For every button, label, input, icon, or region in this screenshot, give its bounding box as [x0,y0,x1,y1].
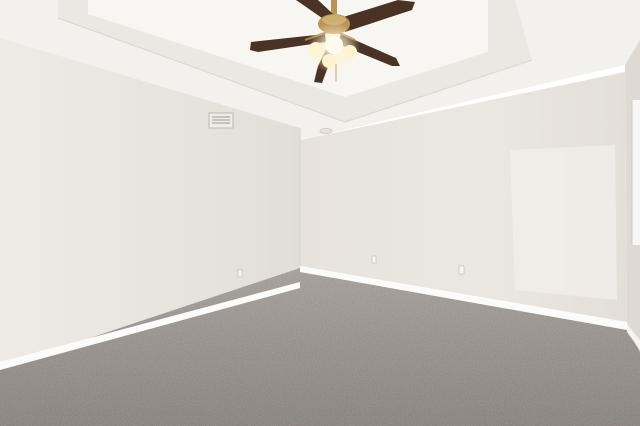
fan-light [325,36,343,54]
electrical-outlet [371,255,377,264]
fan-light [322,54,336,68]
room-illustration [0,0,640,426]
light-patch [510,145,617,300]
window [632,100,640,245]
fan-light [343,45,357,59]
room-photo [0,0,640,426]
electrical-outlet [237,269,243,278]
fan-light [308,42,324,58]
electrical-outlet [458,265,465,275]
hvac-vent [208,112,234,129]
smoke-detector [319,128,333,134]
